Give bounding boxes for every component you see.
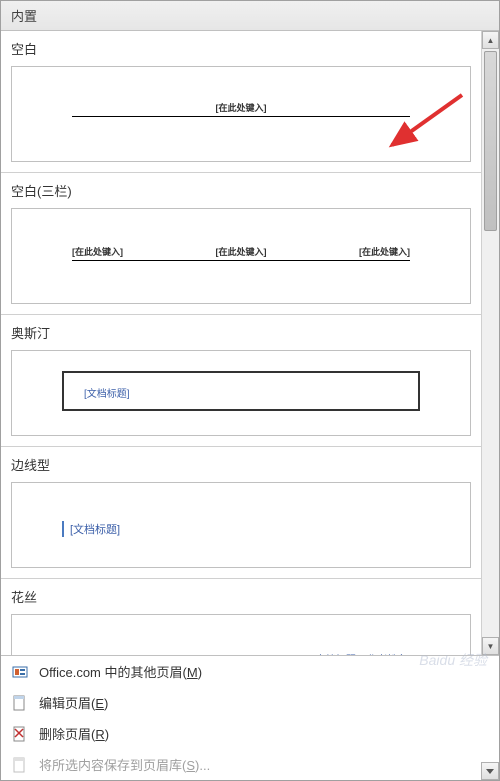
menu-save-selection-label: 将所选内容保存到页眉库(S)...	[39, 755, 210, 774]
template-filigree[interactable]: [文档标题] [作者姓名]	[11, 614, 471, 655]
blank3col-preview-line: [在此处键入] [在此处键入] [在此处键入]	[72, 245, 410, 261]
scroll-down-button[interactable]: ▼	[482, 637, 499, 655]
template-label-blank3col: 空白(三栏)	[1, 173, 481, 204]
filigree-preview-line: [文档标题] [作者姓名]	[72, 651, 410, 655]
menu-delete-header[interactable]: 删除页眉(R)	[1, 718, 499, 749]
blank-preview-line: [在此处键入]	[72, 101, 410, 117]
blank3col-right: [在此处键入]	[359, 245, 410, 260]
template-edge[interactable]: [文档标题]	[11, 482, 471, 568]
blank3col-center: [在此处键入]	[216, 245, 267, 260]
scrollbar-track[interactable]: ▲ ▼	[481, 31, 499, 655]
gallery-section-header: 内置	[1, 1, 499, 31]
gallery-scroll-area: 空白 [在此处键入] 空白(三栏) [在此处键入]	[1, 31, 499, 655]
gallery-content: 空白 [在此处键入] 空白(三栏) [在此处键入]	[1, 31, 481, 655]
edit-header-icon	[11, 694, 29, 712]
edge-placeholder: [文档标题]	[62, 521, 120, 537]
austin-preview-box: [文档标题]	[62, 371, 420, 411]
filigree-author: [作者姓名]	[364, 651, 410, 655]
template-label-edge: 边线型	[1, 447, 481, 478]
scroll-up-button[interactable]: ▲	[482, 31, 499, 49]
template-blank[interactable]: [在此处键入]	[11, 66, 471, 162]
header-gallery-dropdown: 内置 空白 [在此处键入] 空白(三栏)	[0, 0, 500, 781]
template-label-filigree: 花丝	[1, 579, 481, 610]
menu-more-office-label: Office.com 中的其他页眉(M)	[39, 662, 202, 681]
menu-edit-header[interactable]: 编辑页眉(E)	[1, 687, 499, 718]
save-selection-icon	[11, 756, 29, 774]
menu-edit-header-label: 编辑页眉(E)	[39, 693, 108, 712]
gallery-menu: Office.com 中的其他页眉(M) 编辑页眉(E) 删除页眉(R)	[1, 655, 499, 780]
menu-delete-header-label: 删除页眉(R)	[39, 724, 109, 743]
menu-more-office[interactable]: Office.com 中的其他页眉(M)	[1, 656, 499, 687]
gallery-section-title: 内置	[11, 9, 37, 24]
template-blank-3col[interactable]: [在此处键入] [在此处键入] [在此处键入]	[11, 208, 471, 304]
austin-placeholder: [文档标题]	[84, 385, 130, 400]
template-label-austin: 奥斯汀	[1, 315, 481, 346]
office-icon	[11, 663, 29, 681]
menu-dropdown-toggle[interactable]	[481, 762, 499, 780]
delete-header-icon	[11, 725, 29, 743]
blank-placeholder-text: [在此处键入]	[72, 101, 410, 114]
chevron-down-icon	[486, 767, 494, 775]
menu-save-selection: 将所选内容保存到页眉库(S)...	[1, 749, 499, 780]
template-austin[interactable]: [文档标题]	[11, 350, 471, 436]
filigree-doc-title: [文档标题]	[313, 651, 359, 655]
template-label-blank: 空白	[1, 31, 481, 62]
blank3col-left: [在此处键入]	[72, 245, 123, 260]
scroll-thumb[interactable]	[484, 51, 497, 231]
